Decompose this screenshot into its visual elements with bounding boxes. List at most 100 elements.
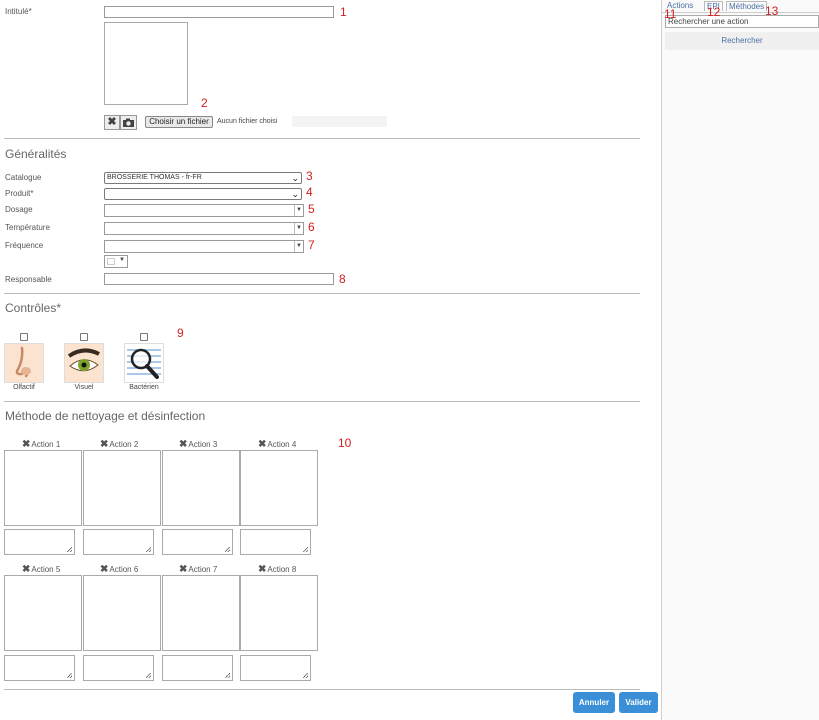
file-field-bg — [292, 116, 387, 127]
frequence-label: Fréquence — [5, 241, 44, 250]
bacterien-label: Bactérien — [129, 384, 159, 391]
remove-action-icon[interactable]: ✖ — [179, 439, 187, 450]
annotation-9: 9 — [177, 326, 184, 340]
action-7-image[interactable] — [162, 575, 240, 651]
dropdown-arrow-icon[interactable]: ▼ — [294, 241, 303, 252]
bacterien-checkbox[interactable] — [140, 333, 148, 341]
intitule-input[interactable] — [104, 6, 334, 18]
annotation-6: 6 — [308, 220, 315, 234]
search-button[interactable]: Rechercher — [665, 32, 819, 50]
chevron-down-icon: ⌄ — [291, 189, 299, 199]
color-swatch — [107, 258, 115, 265]
action-5-header: ✖Action 5 — [22, 564, 60, 575]
action-1-image[interactable] — [4, 450, 82, 526]
action-search-input[interactable]: Rechercher une action — [665, 15, 819, 28]
action-6-title: Action 6 — [109, 565, 139, 574]
remove-action-icon[interactable]: ✖ — [100, 564, 108, 575]
action-2-image[interactable] — [83, 450, 161, 526]
action-7-textarea[interactable] — [162, 655, 233, 681]
annotation-1: 1 — [340, 5, 347, 19]
choose-file-button[interactable]: Choisir un fichier — [145, 116, 213, 128]
section-controles-title: Contrôles* — [5, 301, 62, 315]
annotation-10: 10 — [338, 436, 352, 450]
responsable-label: Responsable — [5, 275, 52, 284]
catalogue-value: BROSSERIE THOMAS - fr-FR — [107, 174, 202, 181]
annotation-2: 2 — [201, 96, 208, 110]
section-methode-title: Méthode de nettoyage et désinfection — [5, 409, 206, 423]
action-6-image[interactable] — [83, 575, 161, 651]
action-3-image[interactable] — [162, 450, 240, 526]
annotation-4: 4 — [306, 185, 313, 199]
olfactif-checkbox[interactable] — [20, 333, 28, 341]
remove-action-icon[interactable]: ✖ — [22, 564, 30, 575]
divider — [4, 138, 640, 139]
action-2-title: Action 2 — [109, 440, 139, 449]
annotation-12: 12 — [707, 5, 721, 19]
image-preview — [104, 22, 188, 105]
action-4-image[interactable] — [240, 450, 318, 526]
action-6-textarea[interactable] — [83, 655, 154, 681]
responsable-input[interactable] — [104, 273, 334, 285]
produit-label: Produit* — [5, 189, 34, 198]
dropdown-arrow-icon[interactable]: ▼ — [294, 205, 303, 216]
divider — [4, 293, 640, 294]
action-8-header: ✖Action 8 — [258, 564, 296, 575]
frequency-unit-dropdown[interactable]: ▼ — [104, 255, 128, 268]
frequence-combobox[interactable]: ▼ — [104, 240, 304, 253]
action-7-title: Action 7 — [188, 565, 218, 574]
produit-select[interactable]: ⌄ — [104, 188, 302, 200]
magnifier-icon[interactable] — [124, 343, 164, 383]
remove-action-icon[interactable]: ✖ — [258, 564, 266, 575]
chevron-down-icon: ⌄ — [291, 173, 299, 183]
catalogue-select[interactable]: BROSSERIE THOMAS - fr-FR ⌄ — [104, 172, 302, 184]
tab-bar-border — [662, 12, 819, 13]
dosage-label: Dosage — [5, 205, 33, 214]
no-file-text: Aucun fichier choisi — [217, 118, 278, 125]
action-3-header: ✖Action 3 — [179, 439, 217, 450]
eye-icon[interactable] — [64, 343, 104, 383]
action-1-title: Action 1 — [31, 440, 61, 449]
action-8-textarea[interactable] — [240, 655, 311, 681]
section-generalites-title: Généralités — [5, 147, 67, 161]
action-1-textarea[interactable] — [4, 529, 75, 555]
remove-action-icon[interactable]: ✖ — [22, 439, 30, 450]
action-5-image[interactable] — [4, 575, 82, 651]
action-3-title: Action 3 — [188, 440, 218, 449]
nose-icon[interactable] — [4, 343, 44, 383]
olfactif-label: Olfactif — [13, 384, 35, 391]
visuel-label: Visuel — [74, 384, 94, 391]
annotation-8: 8 — [339, 272, 346, 286]
action-5-title: Action 5 — [31, 565, 61, 574]
action-6-header: ✖Action 6 — [100, 564, 138, 575]
catalogue-label: Catalogue — [5, 173, 42, 182]
action-1-header: ✖Action 1 — [22, 439, 60, 450]
action-4-header: ✖Action 4 — [258, 439, 296, 450]
action-4-textarea[interactable] — [240, 529, 311, 555]
remove-action-icon[interactable]: ✖ — [179, 564, 187, 575]
dropdown-arrow-icon[interactable]: ▼ — [294, 223, 303, 234]
temperature-combobox[interactable]: ▼ — [104, 222, 304, 235]
annotation-13: 13 — [765, 4, 779, 18]
dropdown-arrow-icon: ▼ — [119, 257, 125, 263]
clear-image-icon[interactable]: ✖ — [104, 115, 120, 130]
action-3-textarea[interactable] — [162, 529, 233, 555]
annotation-7: 7 — [308, 238, 315, 252]
visuel-checkbox[interactable] — [80, 333, 88, 341]
right-panel: Actions EPI Méthodes Rechercher une acti… — [661, 0, 819, 720]
action-2-textarea[interactable] — [83, 529, 154, 555]
remove-action-icon[interactable]: ✖ — [258, 439, 266, 450]
temperature-label: Température — [5, 223, 50, 232]
action-8-title: Action 8 — [267, 565, 297, 574]
tab-methodes[interactable]: Méthodes — [726, 1, 768, 11]
validate-button[interactable]: Valider — [619, 692, 658, 713]
divider — [4, 401, 640, 402]
intitule-label: Intitulé* — [5, 7, 32, 16]
remove-action-icon[interactable]: ✖ — [100, 439, 108, 450]
action-5-textarea[interactable] — [4, 655, 75, 681]
dosage-combobox[interactable]: ▼ — [104, 204, 304, 217]
action-4-title: Action 4 — [267, 440, 297, 449]
cancel-button[interactable]: Annuler — [573, 692, 615, 713]
annotation-11: 11 — [664, 7, 677, 21]
action-8-image[interactable] — [240, 575, 318, 651]
camera-icon[interactable] — [120, 115, 137, 130]
